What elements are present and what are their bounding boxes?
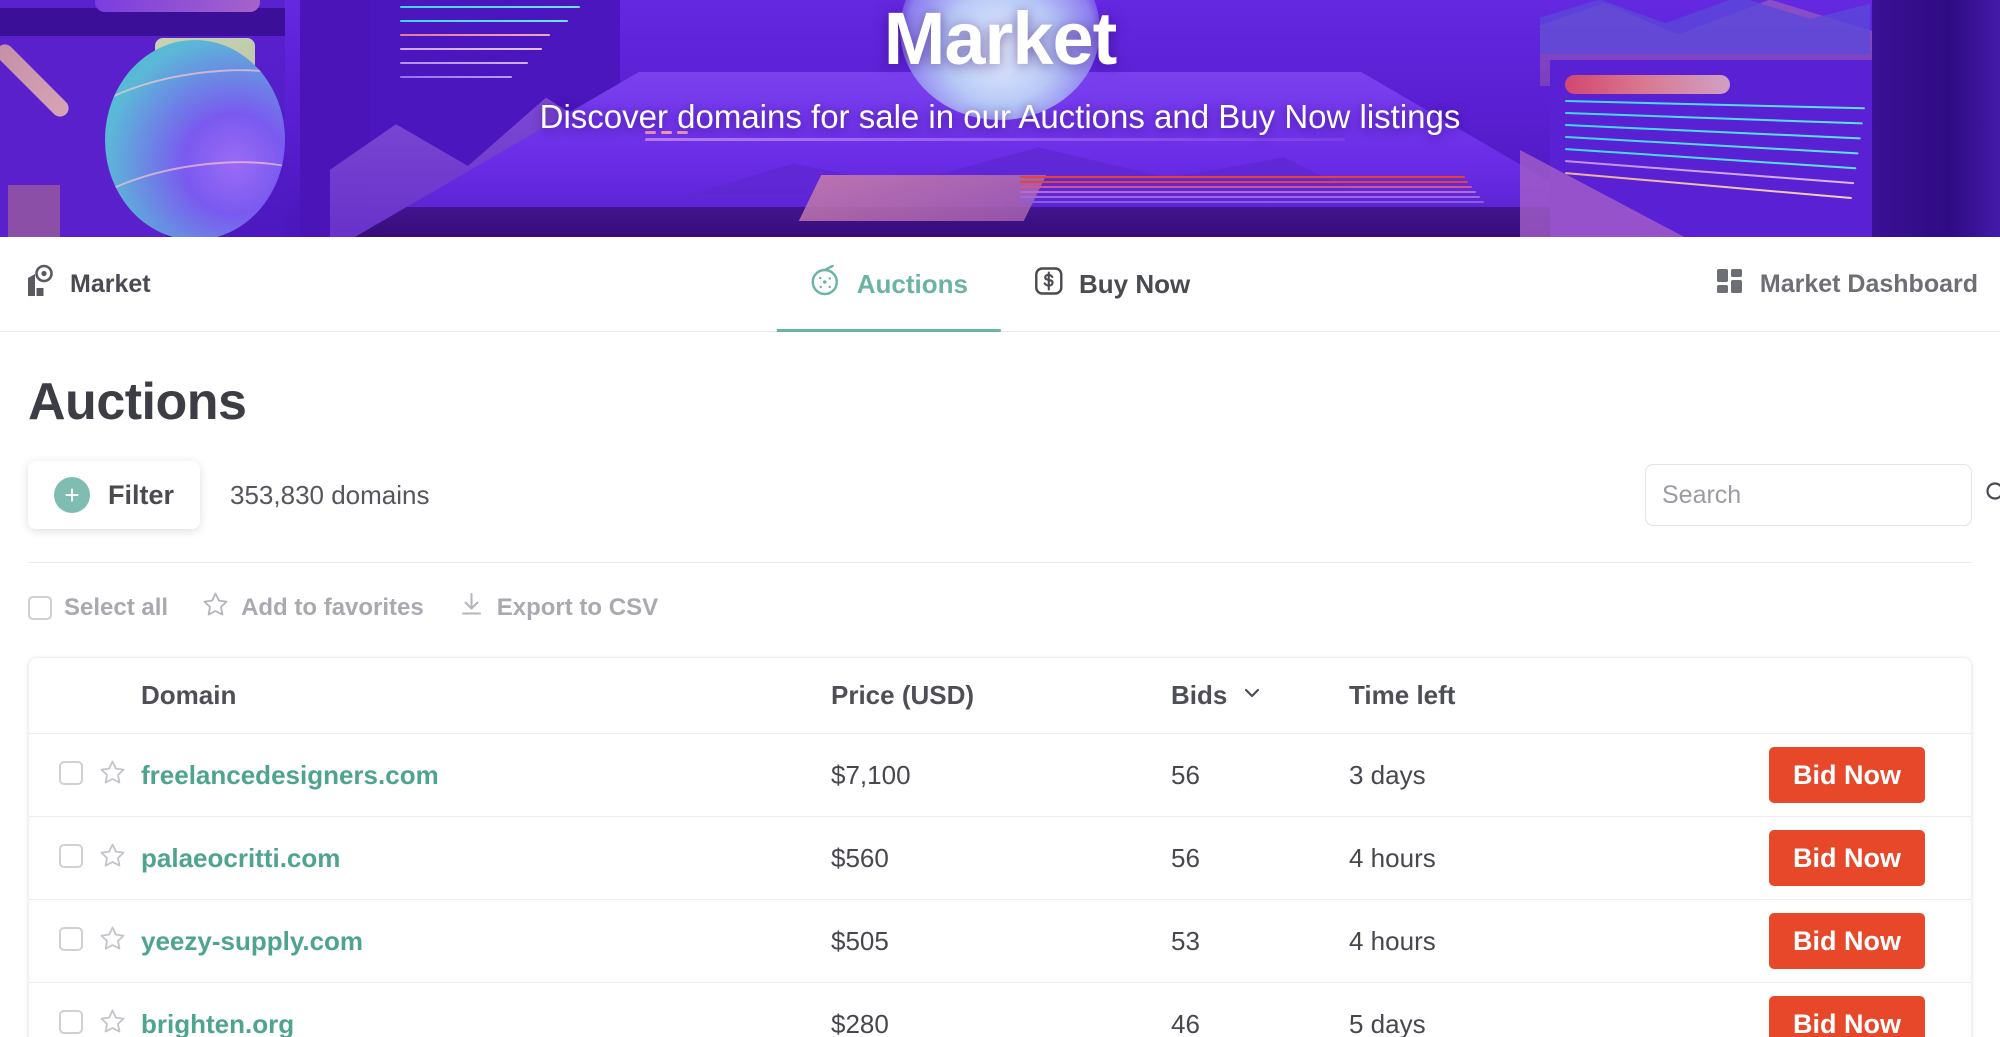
table-row: freelancedesigners.com $7,100563 days Bid … xyxy=(29,734,1971,817)
filter-button[interactable]: + Filter xyxy=(28,461,200,529)
export-to-csv-action[interactable]: Export to CSV xyxy=(458,591,658,625)
search-input[interactable] xyxy=(1662,481,1984,510)
row-checkbox[interactable] xyxy=(59,927,83,951)
bid-now-button[interactable]: Bid Now xyxy=(1769,996,1925,1037)
search-box[interactable] xyxy=(1645,464,1972,526)
auctions-table: Domain Price (USD) Bids Time left freela… xyxy=(28,657,1972,1037)
main-navigation: Market Auctions xyxy=(0,237,2000,332)
row-checkbox-cell xyxy=(59,1010,99,1037)
column-header-domain[interactable]: Domain xyxy=(141,680,831,711)
favorite-star-icon[interactable] xyxy=(99,773,126,790)
table-body: freelancedesigners.com$7,100563 daysBid … xyxy=(29,734,1971,1037)
cell-bids: 56 xyxy=(1171,760,1349,791)
column-header-bids[interactable]: Bids xyxy=(1171,680,1349,711)
hero-title: Market xyxy=(884,2,1117,76)
row-checkbox-cell xyxy=(59,927,99,956)
row-checkbox[interactable] xyxy=(59,761,83,785)
table-row: palaeocritti.com $560564 hours Bid Now xyxy=(29,817,1971,900)
cell-domain: yeezy-supply.com xyxy=(141,926,831,957)
cell-action: Bid Now xyxy=(1679,913,1971,969)
cell-domain: brighten.org xyxy=(141,1009,831,1037)
add-to-favorites-action[interactable]: Add to favorites xyxy=(202,591,424,625)
checkbox-icon[interactable] xyxy=(28,596,52,620)
column-header-time-left[interactable]: Time left xyxy=(1349,680,1679,711)
domain-link[interactable]: brighten.org xyxy=(141,1009,294,1037)
tab-auctions[interactable]: Auctions xyxy=(777,237,1001,332)
dashboard-grid-icon xyxy=(1715,266,1745,303)
cell-time-left: 3 days xyxy=(1349,760,1679,791)
market-dashboard-link[interactable]: Market Dashboard xyxy=(1715,266,1978,303)
market-tower-icon xyxy=(22,264,56,305)
domain-link[interactable]: yeezy-supply.com xyxy=(141,926,363,956)
row-favorite-cell xyxy=(99,759,141,791)
column-header-price[interactable]: Price (USD) xyxy=(831,680,1171,711)
cell-action: Bid Now xyxy=(1679,747,1971,803)
bid-now-button[interactable]: Bid Now xyxy=(1769,913,1925,969)
cell-time-left: 4 hours xyxy=(1349,926,1679,957)
market-dashboard-label: Market Dashboard xyxy=(1760,270,1978,299)
controls-bar: + Filter 353,830 domains xyxy=(28,460,1972,530)
bid-now-button[interactable]: Bid Now xyxy=(1769,747,1925,803)
cell-action: Bid Now xyxy=(1679,830,1971,886)
row-checkbox-cell xyxy=(59,844,99,873)
select-all-label: Select all xyxy=(64,594,168,622)
add-to-favorites-label: Add to favorites xyxy=(241,594,424,622)
favorite-star-icon[interactable] xyxy=(99,856,126,873)
tab-buy-now[interactable]: Buy Now xyxy=(1001,237,1223,332)
nav-tabs: Auctions Buy Now xyxy=(777,237,1223,332)
cell-time-left: 5 days xyxy=(1349,1009,1679,1037)
controls-divider xyxy=(28,562,1972,563)
cell-price: $280 xyxy=(831,1009,1171,1037)
cell-action: Bid Now xyxy=(1679,996,1971,1037)
select-all-action[interactable]: Select all xyxy=(28,594,168,622)
cell-price: $505 xyxy=(831,926,1171,957)
plus-circle-icon: + xyxy=(54,477,90,513)
cell-bids: 46 xyxy=(1171,1009,1349,1037)
table-header-row: Domain Price (USD) Bids Time left xyxy=(29,658,1971,734)
row-checkbox[interactable] xyxy=(59,844,83,868)
domain-count: 353,830 domains xyxy=(230,480,429,511)
row-favorite-cell xyxy=(99,842,141,874)
cell-price: $560 xyxy=(831,843,1171,874)
search-icon[interactable] xyxy=(1984,480,2000,511)
cell-bids: 56 xyxy=(1171,843,1349,874)
auction-timer-icon xyxy=(810,265,842,304)
favorite-star-icon[interactable] xyxy=(99,939,126,956)
column-header-price-label: Price (USD) xyxy=(831,680,974,711)
domain-link[interactable]: freelancedesigners.com xyxy=(141,760,439,790)
row-favorite-cell xyxy=(99,925,141,957)
tab-buy-now-label: Buy Now xyxy=(1079,269,1190,300)
cell-domain: palaeocritti.com xyxy=(141,843,831,874)
bid-now-button[interactable]: Bid Now xyxy=(1769,830,1925,886)
chevron-down-icon[interactable] xyxy=(1241,680,1263,711)
hero-banner: Market Discover domains for sale in our … xyxy=(0,0,2000,237)
hero-text-block: Market Discover domains for sale in our … xyxy=(0,0,2000,237)
column-header-bids-label: Bids xyxy=(1171,680,1227,711)
domain-link[interactable]: palaeocritti.com xyxy=(141,843,340,873)
row-checkbox[interactable] xyxy=(59,1010,83,1034)
page-title: Auctions xyxy=(28,372,1972,432)
filter-button-label: Filter xyxy=(108,480,174,511)
table-row: yeezy-supply.com $505534 hours Bid Now xyxy=(29,900,1971,983)
row-checkbox-cell xyxy=(59,761,99,790)
export-to-csv-label: Export to CSV xyxy=(497,594,658,622)
favorite-star-icon[interactable] xyxy=(99,1022,126,1037)
column-header-domain-label: Domain xyxy=(141,680,236,711)
bulk-actions-bar: Select all Add to favorites Export to CS… xyxy=(28,591,1972,625)
tab-auctions-label: Auctions xyxy=(857,269,968,300)
column-header-time-left-label: Time left xyxy=(1349,680,1455,711)
brand-label: Market xyxy=(70,270,151,299)
table-row: brighten.org $280465 days Bid Now xyxy=(29,983,1971,1037)
page-body: Auctions + Filter 353,830 domains Select… xyxy=(0,372,2000,1037)
dollar-square-icon xyxy=(1034,266,1064,303)
star-icon xyxy=(202,591,229,625)
row-favorite-cell xyxy=(99,1008,141,1037)
brand-market[interactable]: Market xyxy=(22,264,151,305)
hero-subtitle: Discover domains for sale in our Auction… xyxy=(540,98,1461,136)
cell-time-left: 4 hours xyxy=(1349,843,1679,874)
cell-bids: 53 xyxy=(1171,926,1349,957)
download-icon xyxy=(458,591,485,625)
cell-price: $7,100 xyxy=(831,760,1171,791)
cell-domain: freelancedesigners.com xyxy=(141,760,831,791)
